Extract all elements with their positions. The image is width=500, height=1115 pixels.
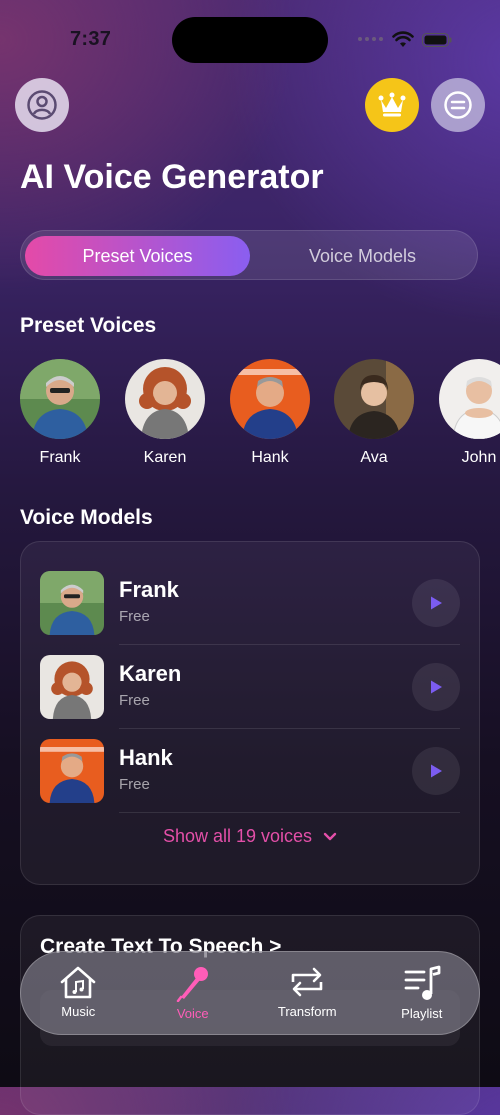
avatar [439, 359, 500, 439]
playlist-icon [404, 965, 441, 1000]
play-icon [431, 764, 442, 778]
page-title: AI Voice Generator [20, 158, 324, 196]
user-icon [27, 90, 57, 120]
preset-voice-name: Ava [360, 449, 388, 466]
status-time: 7:37 [70, 28, 112, 50]
voice-thumbnail [40, 739, 104, 803]
voice-model-row-frank[interactable]: Frank Free [40, 571, 460, 637]
divider [119, 644, 460, 645]
preset-voice-name: John [461, 449, 497, 466]
voice-tier: Free [119, 776, 150, 793]
preset-voice-hank[interactable]: Hank [225, 359, 315, 467]
profile-button[interactable] [15, 78, 69, 132]
play-button[interactable] [412, 747, 460, 795]
divider [119, 812, 460, 813]
voice-thumbnail [40, 655, 104, 719]
avatar [125, 359, 205, 439]
tab-playlist[interactable]: Playlist [365, 952, 480, 1034]
avatar [20, 359, 100, 439]
voice-models-heading: Voice Models [20, 506, 153, 529]
preset-voice-ava[interactable]: Ava [329, 359, 419, 467]
music-house-icon [60, 966, 96, 999]
avatar [230, 359, 310, 439]
play-icon [431, 680, 442, 694]
preset-voice-karen[interactable]: Karen [120, 359, 210, 467]
menu-button[interactable] [431, 78, 485, 132]
microphone-icon [176, 967, 208, 1002]
voice-model-row-hank[interactable]: Hank Free [40, 739, 460, 805]
preset-voice-name: Karen [143, 449, 187, 466]
premium-button[interactable] [365, 78, 419, 132]
show-all-voices-link[interactable]: Show all 19 voices [20, 826, 480, 847]
repeat-icon [291, 967, 323, 997]
tab-voice-models[interactable]: Voice Models [250, 236, 475, 276]
tab-music[interactable]: Music [21, 952, 136, 1034]
avatar [334, 359, 414, 439]
crown-icon [378, 92, 406, 117]
play-icon [431, 596, 442, 610]
show-all-label: Show all 19 voices [162, 826, 313, 846]
voice-name: Hank [119, 745, 173, 770]
preset-voices-heading: Preset Voices [20, 314, 157, 337]
preset-voice-name: Frank [39, 449, 81, 466]
voice-tier: Free [119, 608, 150, 625]
tab-bar: Music Voice Transform Playlist [20, 951, 480, 1035]
wifi-icon [392, 31, 414, 47]
voice-name: Karen [119, 661, 182, 686]
tab-preset-voices[interactable]: Preset Voices [25, 236, 250, 276]
tab-transform[interactable]: Transform [250, 952, 365, 1034]
play-button[interactable] [412, 663, 460, 711]
tab-label: Music [61, 1004, 96, 1019]
voice-name: Frank [119, 577, 179, 602]
chevron-down-icon [323, 833, 337, 841]
battery-icon [422, 33, 452, 47]
play-button[interactable] [412, 579, 460, 627]
voice-thumbnail [40, 571, 104, 635]
preset-voice-frank[interactable]: Frank [15, 359, 105, 467]
tab-voice[interactable]: Voice [136, 952, 251, 1034]
preset-voice-john[interactable]: John [434, 359, 500, 467]
cellular-signal-icon [358, 37, 383, 41]
preset-voice-name: Hank [251, 449, 289, 466]
tab-label: Transform [277, 1004, 337, 1019]
dynamic-island [172, 17, 328, 63]
tab-label: Playlist [401, 1006, 443, 1021]
voice-tier: Free [119, 692, 150, 709]
menu-icon [444, 91, 472, 119]
divider [119, 728, 460, 729]
tab-label: Voice [176, 1006, 209, 1021]
voice-model-row-karen[interactable]: Karen Free [40, 655, 460, 721]
